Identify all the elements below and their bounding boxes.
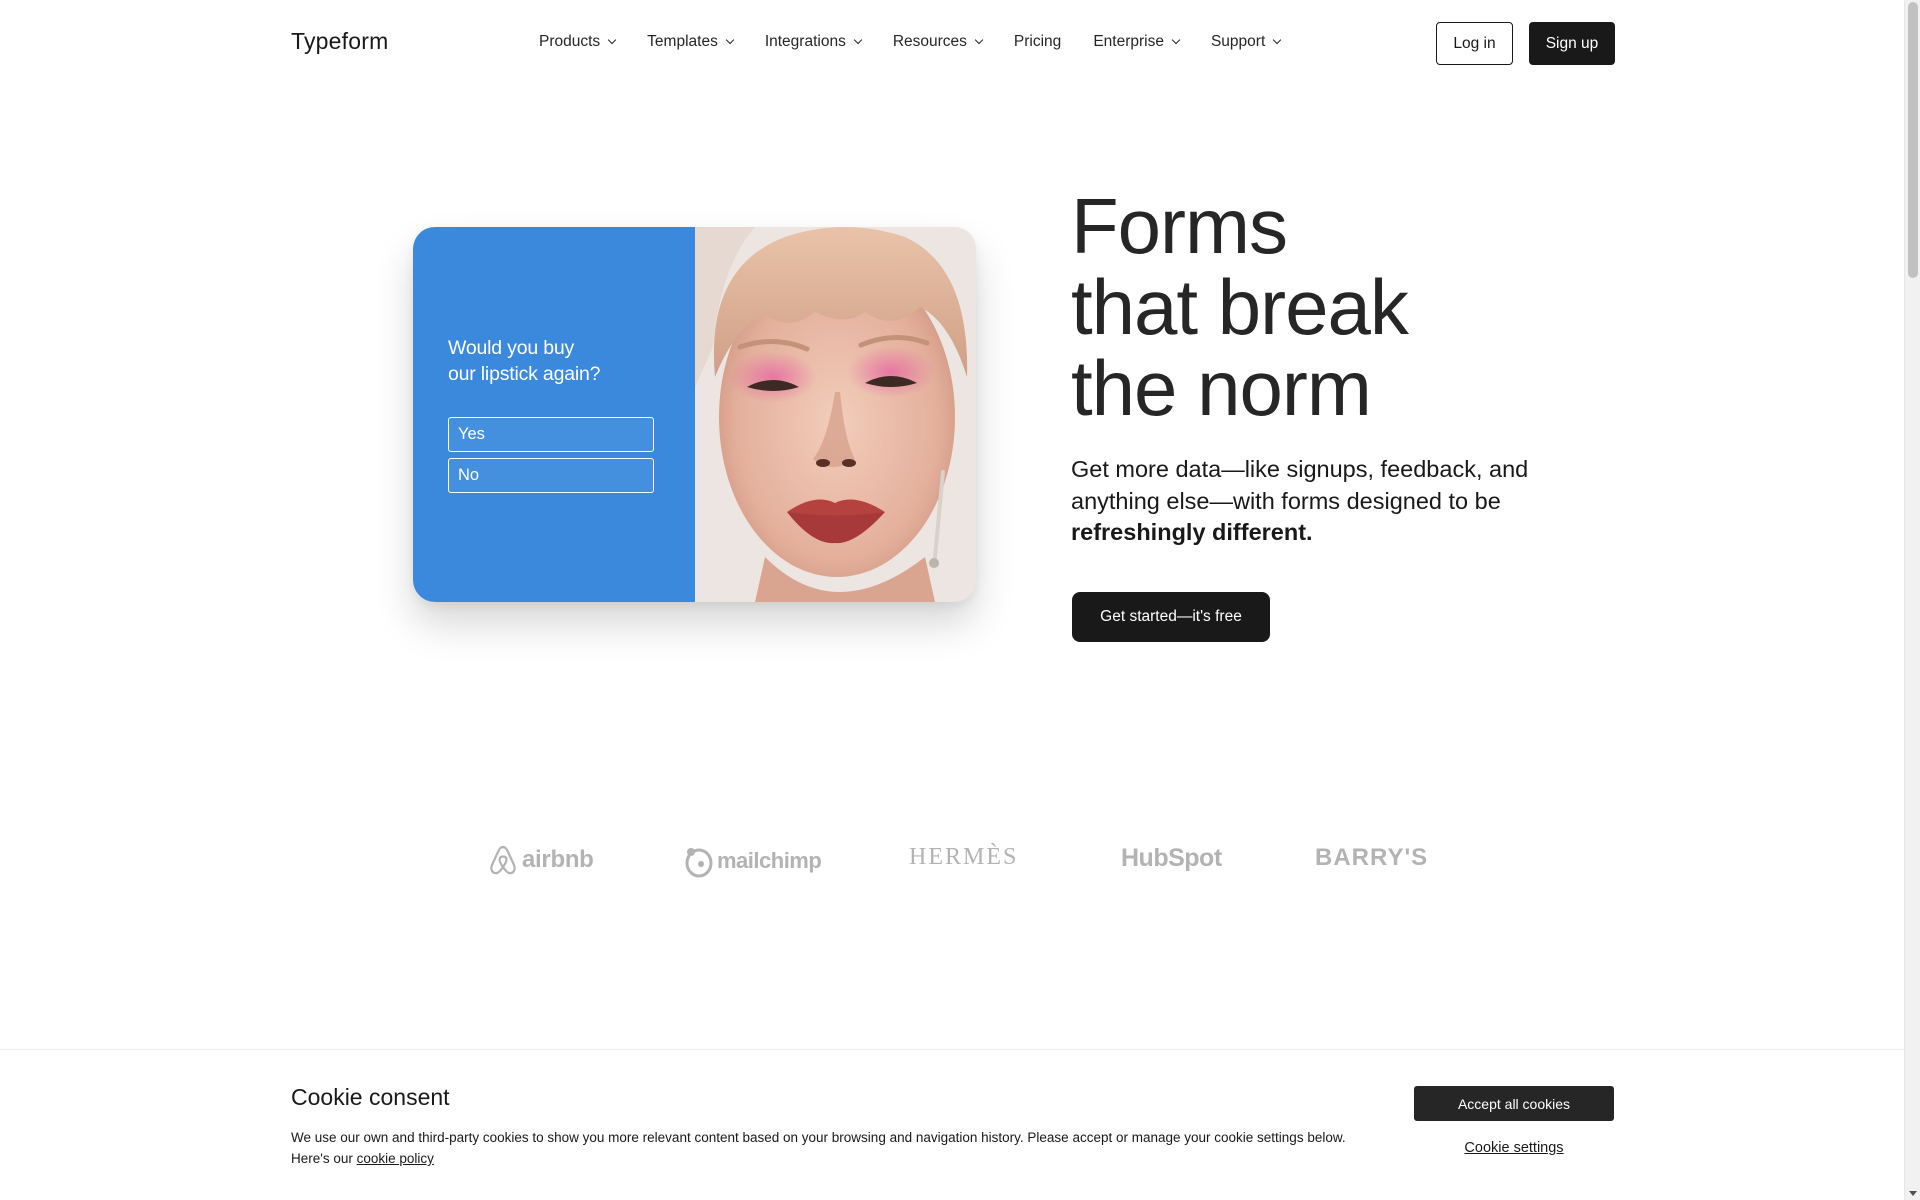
nav-item-templates[interactable]: Templates: [647, 33, 735, 51]
scroll-down-arrow-icon[interactable]: [1909, 1191, 1917, 1196]
hubspot-logo: HubSpot: [1121, 844, 1222, 873]
nav-label: Templates: [647, 33, 718, 50]
nav-label: Integrations: [764, 33, 846, 50]
nav-item-enterprise[interactable]: Enterprise: [1093, 33, 1181, 51]
nav-label: Pricing: [1013, 33, 1062, 50]
airbnb-wordmark: airbnb: [522, 846, 594, 873]
question-line-1: Would you buy: [448, 337, 575, 359]
form-question: Would you buy our lipstick again?: [448, 335, 678, 387]
hero-subtitle: Get more data—like signups, feedback, an…: [1071, 454, 1541, 549]
cookie-consent-title: Cookie consent: [291, 1084, 450, 1110]
typeform-logo[interactable]: Typeform: [291, 28, 388, 55]
nav-label: Support: [1210, 33, 1266, 50]
hubspot-wordmark: HubSpot: [1121, 844, 1222, 872]
mailchimp-logo: mailchimp: [683, 844, 822, 878]
hero-subtitle-text: Get more data—like signups, feedback, an…: [1071, 456, 1529, 514]
nav-item-pricing[interactable]: Pricing: [1014, 33, 1061, 51]
chevron-down-icon: [853, 35, 863, 45]
barrys-logo: BARRY'S: [1315, 844, 1428, 872]
signup-button[interactable]: Sign up: [1529, 22, 1615, 65]
nav-label: Resources: [892, 33, 967, 50]
customer-logos: airbnb mailchimp HERMÈS HubSpot BARRY'S: [0, 836, 1904, 886]
main-nav: Products Templates Integrations Resource…: [539, 33, 1282, 51]
answer-option-no[interactable]: No: [448, 458, 654, 493]
nav-item-integrations[interactable]: Integrations: [764, 33, 863, 51]
cookie-consent-banner: Cookie consent We use our own and third-…: [0, 1049, 1904, 1200]
answer-option-yes[interactable]: Yes: [448, 417, 654, 452]
site-header: Typeform Products Templates Integrations…: [0, 0, 1904, 88]
hero-form-preview-card: Would you buy our lipstick again? Yes No: [413, 227, 976, 602]
hero-title-line-3: the norm: [1071, 344, 1372, 432]
chevron-down-icon: [1273, 35, 1282, 45]
scrollbar-thumb[interactable]: [1908, 2, 1918, 278]
hero-title: Forms that break the norm: [1071, 182, 1409, 432]
cookie-policy-link[interactable]: cookie policy: [357, 1151, 434, 1166]
hero-title-line-2: that break: [1071, 263, 1409, 351]
chevron-down-icon: [725, 35, 735, 45]
hero-portrait-image: [695, 227, 976, 602]
hero-subtitle-emphasis: refreshingly different.: [1071, 519, 1313, 545]
cookie-consent-body: We use our own and third-party cookies t…: [291, 1130, 1346, 1166]
woman-portrait-illustration: [695, 227, 976, 602]
nav-label: Enterprise: [1093, 33, 1164, 50]
get-started-button[interactable]: Get started—it's free: [1072, 592, 1270, 642]
chevron-down-icon: [607, 35, 617, 45]
nav-label: Products: [539, 33, 601, 50]
chevron-down-icon: [1171, 35, 1181, 45]
hero-title-line-1: Forms: [1071, 182, 1288, 270]
hermes-wordmark: HERMÈS: [909, 844, 1019, 870]
mailchimp-chimp-icon: [685, 848, 713, 878]
nav-item-products[interactable]: Products: [539, 33, 617, 51]
nav-item-support[interactable]: Support: [1210, 33, 1282, 51]
chevron-down-icon: [974, 35, 984, 45]
cookie-consent-text: We use our own and third-party cookies t…: [291, 1127, 1371, 1169]
barrys-wordmark: BARRY'S: [1315, 844, 1429, 871]
mailchimp-wordmark: mailchimp: [717, 848, 822, 873]
question-line-2: our lipstick again?: [448, 363, 601, 385]
form-question-panel: Would you buy our lipstick again? Yes No: [413, 227, 695, 602]
cookie-settings-link[interactable]: Cookie settings: [1414, 1137, 1614, 1159]
login-button[interactable]: Log in: [1436, 22, 1513, 65]
airbnb-icon: [490, 845, 516, 875]
page-scrollbar[interactable]: [1904, 0, 1920, 1200]
hermes-logo: HERMÈS: [909, 844, 1018, 871]
nav-item-resources[interactable]: Resources: [892, 33, 984, 51]
accept-all-cookies-button[interactable]: Accept all cookies: [1414, 1086, 1614, 1121]
airbnb-logo: airbnb: [488, 844, 594, 876]
